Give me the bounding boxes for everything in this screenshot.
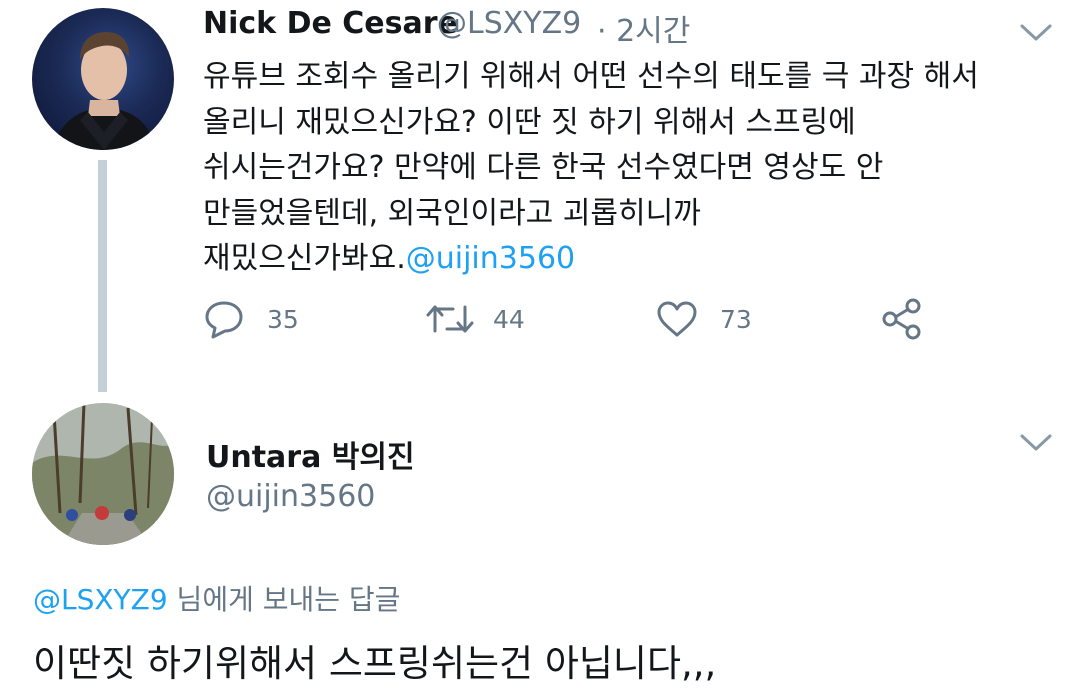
tweet-text-line: 올리니 재밌으신가요? 이딴 짓 하기 위해서 스프링에 (203, 104, 856, 140)
reply-author-avatar-photo (32, 403, 174, 545)
heart-icon (657, 301, 697, 337)
reply-author-name[interactable]: Untara 박의진 (206, 432, 415, 476)
like-button[interactable]: 73 (656, 297, 752, 341)
author-avatar[interactable] (32, 8, 174, 150)
author-avatar-photo (52, 32, 156, 150)
share-icon (882, 298, 921, 340)
tweet-text-last: 재밌으신가봐요. (203, 241, 406, 276)
thread-connector (98, 160, 107, 392)
author-handle[interactable]: @LSXYZ9 (437, 6, 581, 41)
chevron-down-icon[interactable] (1019, 22, 1053, 44)
mention-link[interactable]: @uijin3560 (406, 241, 575, 276)
chevron-down-icon[interactable] (1019, 432, 1053, 454)
tweet-timestamp[interactable]: · 2시간 (597, 6, 690, 50)
reply-button[interactable]: 35 (203, 297, 299, 341)
reply-author-avatar[interactable] (32, 403, 174, 545)
tweet-text-line: 만들었을텐데, 외국인이라고 괴롭히니까 (203, 195, 701, 231)
author-name[interactable]: Nick De Cesare (203, 6, 458, 41)
replying-to: @LSXYZ9 님에게 보내는 답글 (33, 578, 400, 618)
retweet-icon (426, 305, 474, 333)
tweet-text-line: 쉬시는건가요? 만약에 다른 한국 선수였다면 영상도 안 (203, 150, 884, 185)
tweet-text-line: 유튜브 조회수 올리기 위해서 어떤 선수의 태도를 극 과장 해서 (203, 59, 979, 94)
reply-author-handle[interactable]: @uijin3560 (206, 479, 375, 514)
retweet-button[interactable]: 44 (425, 297, 525, 341)
replying-to-handle[interactable]: @LSXYZ9 (33, 583, 168, 616)
tweet-text: 유튜브 조회수 올리기 위해서 어떤 선수의 태도를 극 과장 해서 올리니 재… (203, 54, 1043, 282)
share-button[interactable] (881, 297, 923, 341)
tweet-thread: Nick De Cesare @LSXYZ9 · 2시간 유튜브 조회수 올리기… (0, 0, 1080, 692)
reply-text: 이딴짓 하기위해서 스프링쉬는건 아닙니다,,, (33, 642, 717, 685)
replying-to-label: 님에게 보내는 답글 (167, 583, 401, 616)
retweet-count: 44 (493, 304, 525, 334)
reply-count: 35 (267, 304, 299, 334)
like-count: 73 (720, 304, 752, 334)
reply-icon (205, 301, 243, 339)
tweet-text-line: 재밌으신가봐요.@uijin3560 (203, 236, 1043, 282)
